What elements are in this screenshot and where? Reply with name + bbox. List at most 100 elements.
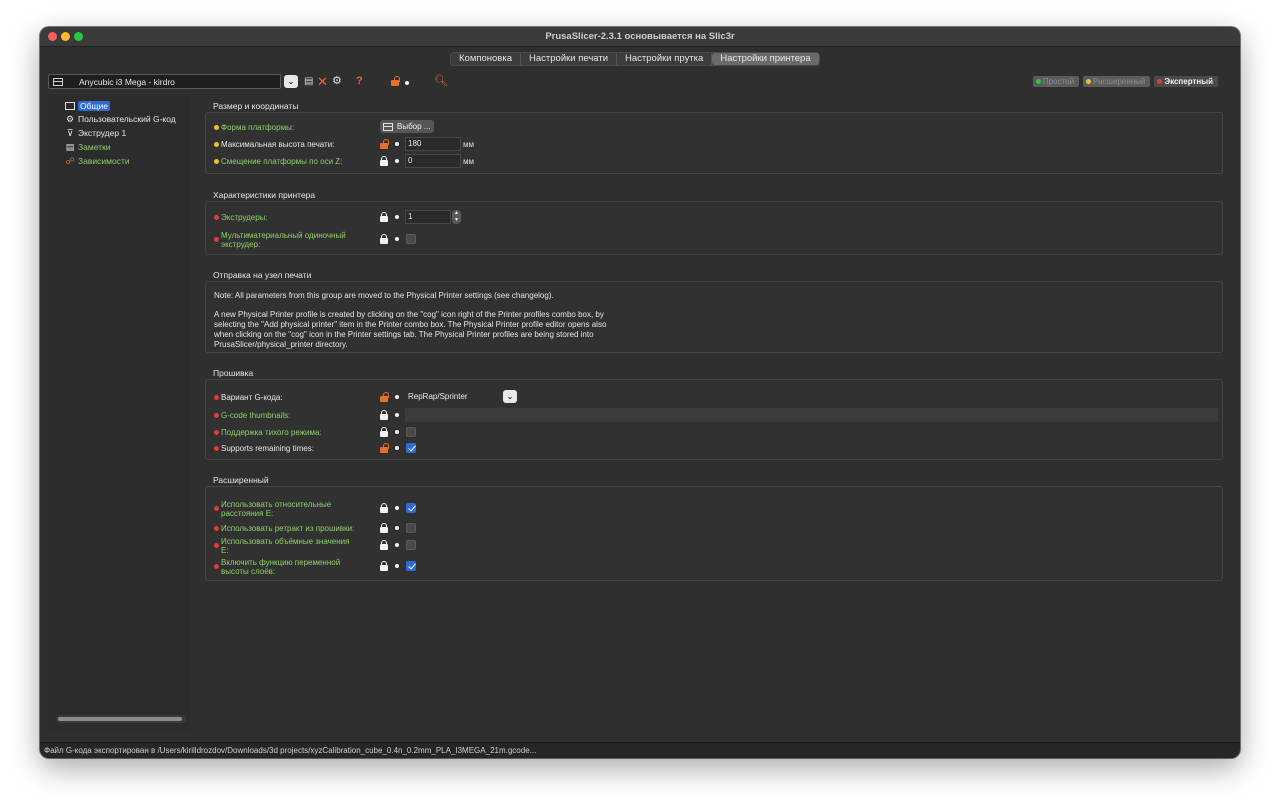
section-title-print-host: Отправка на узел печати [213,270,312,280]
sidebar-item-notes[interactable]: ▤ Заметки [65,141,111,153]
group-size: Форма платформы: Выбор ... Максимальная … [205,112,1223,174]
system-value-dot-icon [395,413,399,417]
printer-preset-select[interactable]: Anycubic i3 Mega - kirdro [48,74,281,89]
app-window: PrusaSlicer-2.3.1 основывается на Slic3r… [40,27,1240,758]
chevron-down-icon[interactable]: ⌄ [503,390,517,403]
print-host-description: A new Physical Printer profile is create… [214,310,607,349]
chevron-down-icon[interactable]: ⌄ [284,75,298,88]
yellow-dot-icon [214,125,219,130]
section-title-size: Размер и координаты [213,101,299,111]
tab-print-settings[interactable]: Настройки печати [521,53,618,65]
extruder-icon: ⊽ [66,128,74,138]
sidebar-scrollbar[interactable] [56,715,186,723]
firmware-retract-checkbox[interactable] [406,523,416,533]
settings-panel: Размер и координаты Форма платформы: Выб… [205,95,1235,731]
green-dot-icon [1035,79,1041,84]
row-volumetric-e: Использовать объёмные значения E: [206,537,1224,555]
red-dot-icon [214,564,219,569]
red-dot-icon [214,413,219,418]
red-dot-icon [214,526,219,531]
row-variable-layer-height: Включить функцию переменной высоты слоёв: [206,558,1224,576]
mode-expert[interactable]: Экспертный [1154,76,1218,87]
red-dot-icon [214,215,219,220]
group-firmware: Вариант G-кода: RepRap/Sprinter ⌄ G-code… [205,379,1223,460]
system-value-dot-icon [395,564,399,568]
lock-icon[interactable] [379,212,389,222]
search-icon[interactable]: 🔍︎ [434,75,448,88]
gcode-flavor-select[interactable]: RepRap/Sprinter [405,390,501,404]
lock-icon[interactable] [379,523,389,533]
row-extruders: Экструдеры: 1 ▴ ▾ [206,210,1224,224]
group-print-host: Note: All parameters from this group are… [205,281,1223,353]
preset-icon [53,78,63,86]
row-relative-e: Использовать относительные расстояния E: [206,500,1224,518]
red-dot-icon [214,430,219,435]
lock-open-icon[interactable] [379,139,389,149]
red-dot-icon [214,543,219,548]
lock-open-icon[interactable] [390,76,400,86]
tab-filament-settings[interactable]: Настройки прутка [617,53,713,65]
notes-icon: ▤ [65,142,75,152]
remaining-times-checkbox[interactable] [406,443,416,453]
system-value-dot-icon [405,81,409,85]
mode-switcher: Простой Расширенный Экспертный [1032,76,1218,87]
lock-icon[interactable] [379,503,389,513]
delete-icon[interactable]: ✕ [317,75,328,88]
group-printer: Экструдеры: 1 ▴ ▾ Мультиматериальный один… [205,201,1223,255]
cog-icon[interactable]: ⚙ [332,75,342,88]
red-dot-icon [1157,79,1163,84]
section-title-advanced: Расширенный [213,475,269,485]
save-icon[interactable]: ▤ [304,75,313,88]
bed-shape-button[interactable]: Выбор ... [380,120,435,133]
multimaterial-checkbox[interactable] [406,234,416,244]
group-advanced: Использовать относительные расстояния E: … [205,486,1223,581]
status-text: Файл G-кода экспортирован в /Users/kiril… [44,746,537,755]
spin-arrows-icon[interactable]: ▴ ▾ [452,210,461,224]
system-value-dot-icon [395,446,399,450]
yellow-dot-icon [214,159,219,164]
system-value-dot-icon [395,237,399,241]
dependencies-icon: ☍ [65,156,75,166]
preset-name: Anycubic i3 Mega - kirdro [79,77,175,87]
row-remaining-times: Supports remaining times: [206,441,1224,455]
lock-icon[interactable] [379,540,389,550]
tab-printer-settings[interactable]: Настройки принтера [712,53,819,65]
title-bar: PrusaSlicer-2.3.1 основывается на Slic3r [40,27,1240,47]
window-title: PrusaSlicer-2.3.1 основывается на Slic3r [545,31,735,42]
system-value-dot-icon [395,159,399,163]
red-dot-icon [214,395,219,400]
lock-icon[interactable] [379,561,389,571]
sidebar-item-dependencies[interactable]: ☍ Зависимости [65,155,129,167]
red-dot-icon [214,446,219,451]
max-height-input[interactable]: 180 [405,137,461,151]
system-value-dot-icon [395,430,399,434]
variable-layer-height-checkbox[interactable] [406,561,416,571]
bed-shape-icon [383,122,393,131]
red-dot-icon [214,237,219,242]
lock-icon[interactable] [379,410,389,420]
sidebar-item-extruder-1[interactable]: ⊽ Экструдер 1 [65,127,126,139]
sidebar-item-custom-gcode[interactable]: ⚙ Пользовательский G-код [65,113,176,125]
lock-open-icon[interactable] [379,392,389,402]
preset-toolbar: Anycubic i3 Mega - kirdro ⌄ ▤ ✕ ⚙ ? 🔍︎ П… [48,74,1218,90]
thumbnails-input[interactable] [405,408,1218,422]
lock-open-icon[interactable] [379,443,389,453]
mode-advanced[interactable]: Расширенный [1083,76,1151,87]
system-value-dot-icon [395,215,399,219]
lock-icon[interactable] [379,156,389,166]
sidebar-item-general[interactable]: Общие [65,100,110,112]
mode-simple[interactable]: Простой [1032,76,1080,87]
question-icon[interactable]: ? [356,75,363,88]
settings-tree: Общие ⚙ Пользовательский G-код ⊽ Экструд… [48,95,190,731]
relative-e-checkbox[interactable] [406,503,416,513]
tab-plater[interactable]: Компоновка [451,53,522,65]
row-max-height: Максимальная высота печати: 180 мм [206,137,1224,151]
section-title-printer: Характеристики принтера [213,190,316,200]
z-offset-input[interactable]: 0 [405,154,461,168]
lock-icon[interactable] [379,427,389,437]
row-thumbnails: G-code thumbnails: [206,408,1224,422]
volumetric-e-checkbox[interactable] [406,540,416,550]
silent-mode-checkbox[interactable] [406,427,416,437]
lock-icon[interactable] [379,234,389,244]
extruders-spin-input[interactable]: 1 [405,210,451,224]
